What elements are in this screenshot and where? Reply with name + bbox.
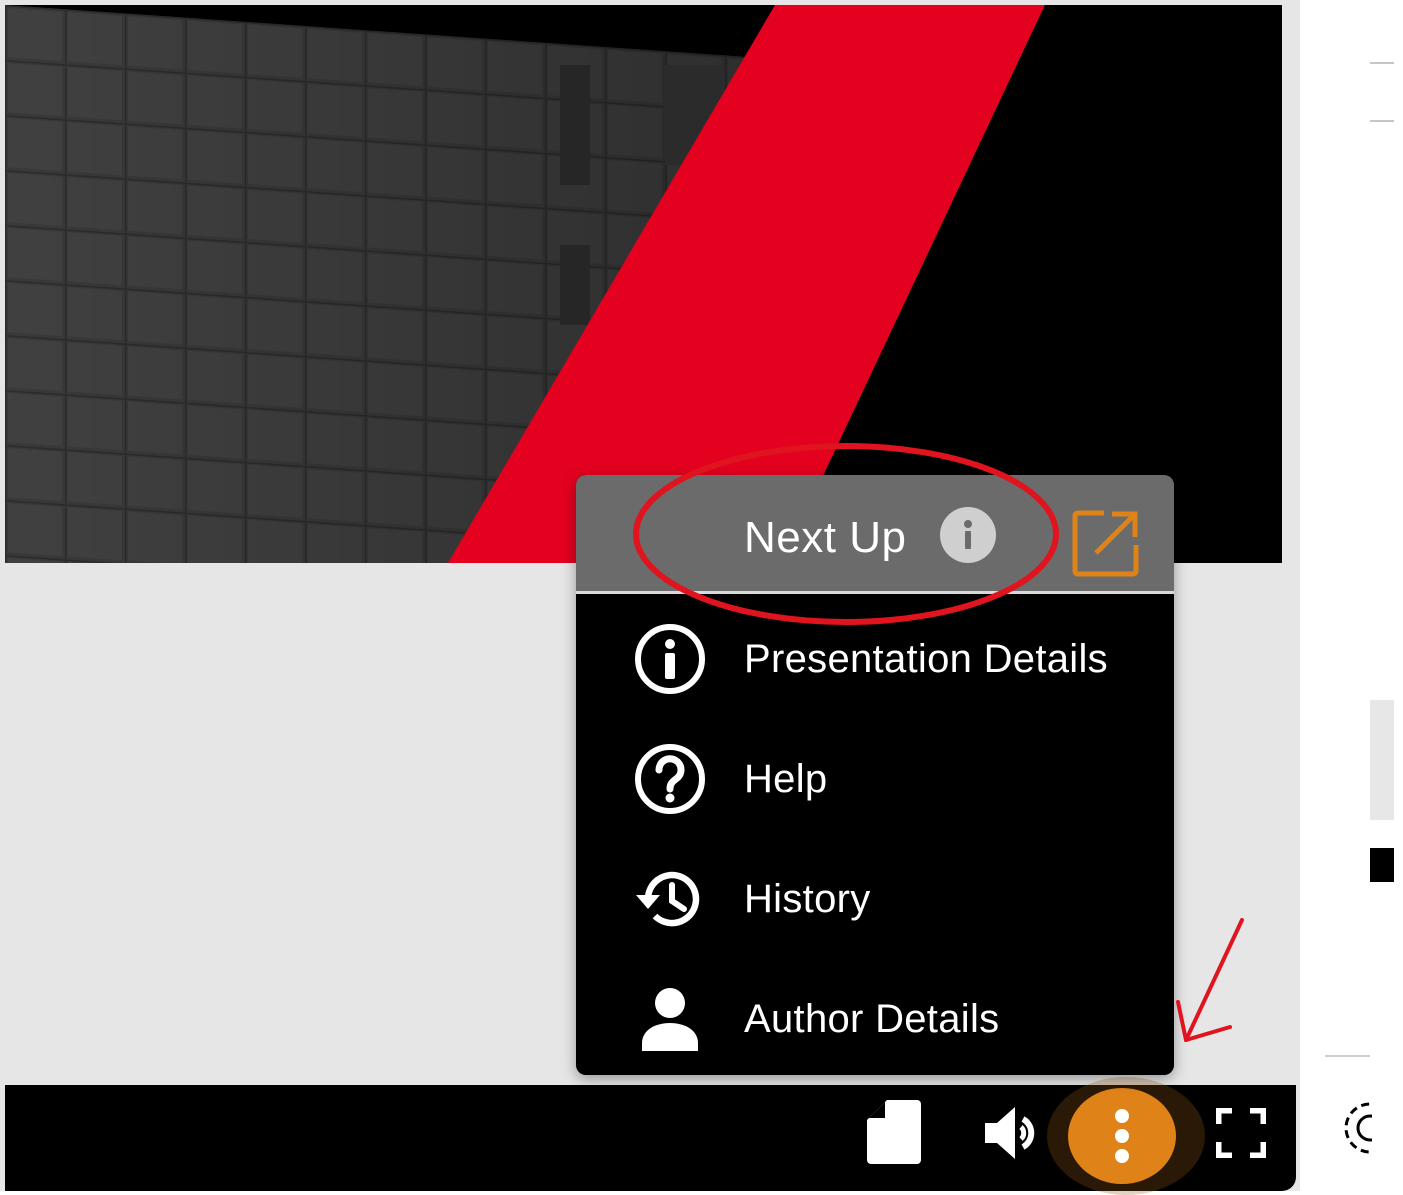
gear-icon[interactable]	[1338, 1098, 1396, 1158]
next-up-title: Next Up	[744, 513, 907, 562]
external-link-icon[interactable]	[1072, 509, 1140, 577]
info-glyph	[964, 520, 972, 549]
next-up-header[interactable]: Next Up	[576, 475, 1174, 594]
adjacent-window-strip	[1370, 0, 1403, 1191]
menu-item-label: History	[744, 876, 871, 921]
fullscreen-icon	[1216, 1108, 1266, 1158]
volume-icon	[985, 1107, 1035, 1159]
divider	[1370, 62, 1394, 64]
notes-icon	[867, 1100, 921, 1164]
fullscreen-button[interactable]	[1205, 1099, 1277, 1167]
more-vertical-icon	[1115, 1109, 1129, 1163]
volume-button[interactable]	[973, 1099, 1053, 1167]
info-circle-icon	[632, 621, 708, 697]
menu-item-label: Help	[744, 756, 828, 801]
menu-item-label: Presentation Details	[744, 636, 1108, 681]
notes-button[interactable]	[860, 1093, 928, 1173]
player-control-bar	[5, 1077, 1296, 1195]
more-options-menu: Next Up Presentation Details Help Histor…	[576, 475, 1174, 1075]
menu-item-help[interactable]: Help	[576, 719, 1174, 839]
more-options-button[interactable]	[1068, 1088, 1176, 1184]
mini-fullscreen-button[interactable]	[1370, 848, 1394, 882]
player-stage: Next Up Presentation Details Help Histor…	[0, 0, 1300, 1195]
divider	[1325, 1055, 1370, 1057]
side-panel	[1370, 700, 1394, 820]
person-icon	[632, 981, 708, 1057]
popout-glyph	[1072, 510, 1139, 577]
info-icon[interactable]	[940, 507, 996, 563]
menu-item-presentation-details[interactable]: Presentation Details	[576, 599, 1174, 719]
menu-item-label: Author Details	[744, 996, 1000, 1041]
history-icon	[632, 861, 708, 937]
divider	[1370, 120, 1394, 122]
menu-item-history[interactable]: History	[576, 839, 1174, 959]
question-circle-icon	[632, 741, 708, 817]
menu-item-author-details[interactable]: Author Details	[576, 959, 1174, 1075]
